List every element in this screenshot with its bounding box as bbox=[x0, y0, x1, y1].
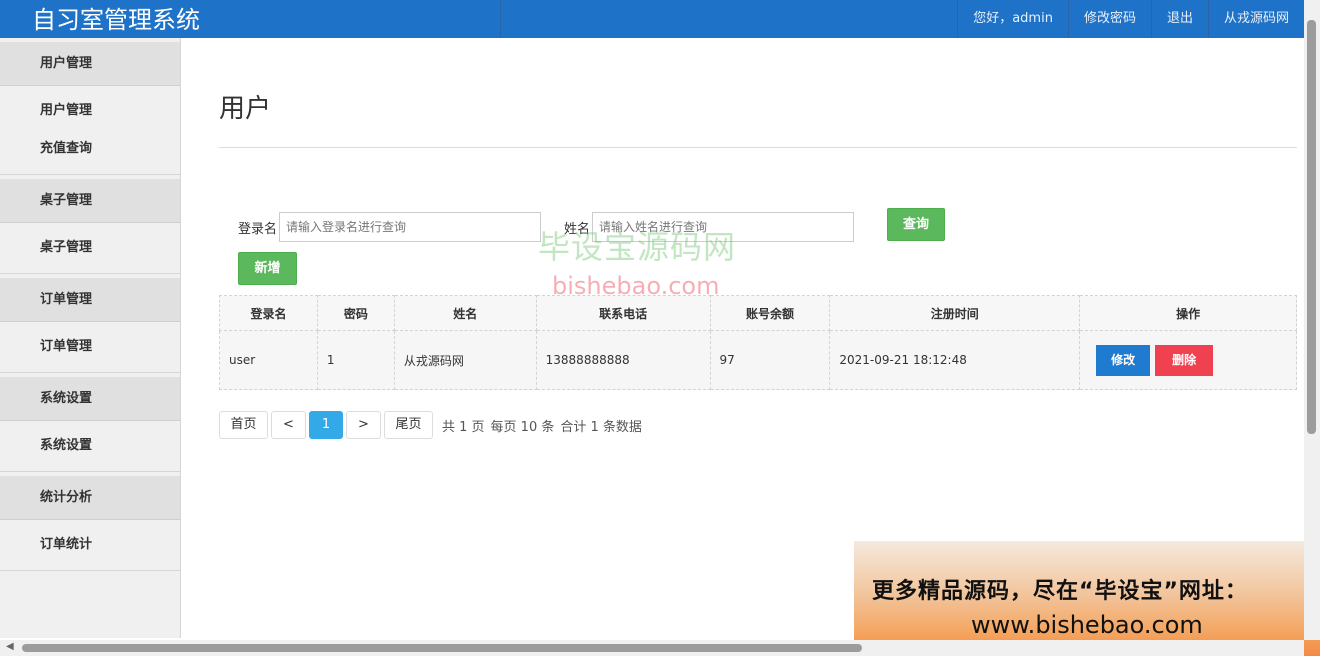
next-page-button[interactable]: > bbox=[346, 411, 381, 439]
sidebar-item-order-stats[interactable]: 订单统计 bbox=[0, 526, 180, 564]
col-header-balance: 账号余额 bbox=[709, 295, 831, 331]
sidebar-item-order-manage[interactable]: 订单管理 bbox=[0, 328, 180, 366]
sidebar-group-stats[interactable]: 统计分析 bbox=[0, 476, 180, 520]
topbar-divider bbox=[500, 0, 501, 38]
col-header-password: 密码 bbox=[316, 295, 395, 331]
col-header-name: 姓名 bbox=[393, 295, 537, 331]
logout-link[interactable]: 退出 bbox=[1150, 0, 1208, 38]
col-header-phone: 联系电话 bbox=[535, 295, 711, 331]
per-page-text: 每页 10 条 bbox=[490, 419, 555, 435]
title-divider bbox=[219, 147, 1297, 148]
edit-button[interactable]: 修改 bbox=[1096, 344, 1151, 376]
sidebar-group-desk[interactable]: 桌子管理 bbox=[0, 179, 180, 223]
sidebar-sub-system: 系统设置 bbox=[0, 421, 180, 472]
col-header-actions: 操作 bbox=[1079, 295, 1297, 331]
total-records-text: 合计 1 条数据 bbox=[560, 419, 642, 435]
sidebar-group-order[interactable]: 订单管理 bbox=[0, 278, 180, 322]
first-page-button[interactable]: 首页 bbox=[219, 411, 268, 439]
horizontal-scroll-thumb[interactable] bbox=[22, 644, 862, 652]
login-label: 登录名 bbox=[238, 222, 278, 237]
watermark-cn: 毕设宝源码网 bbox=[538, 228, 737, 266]
promo-banner: 更多精品源码，尽在“毕设宝”网址： www.bishebao.com bbox=[854, 541, 1320, 656]
cell-password: 1 bbox=[316, 330, 395, 390]
scroll-left-arrow-icon[interactable]: ◀ bbox=[6, 641, 14, 652]
login-search-input[interactable] bbox=[279, 212, 541, 242]
delete-button[interactable]: 删除 bbox=[1155, 344, 1214, 376]
top-nav: 您好，admin 修改密码 退出 从戎源码网 bbox=[957, 0, 1304, 38]
promo-line-2: www.bishebao.com bbox=[971, 611, 1203, 639]
change-password-link[interactable]: 修改密码 bbox=[1067, 0, 1151, 38]
last-page-button[interactable]: 尾页 bbox=[384, 411, 433, 439]
cell-login: user bbox=[219, 330, 318, 390]
col-header-login: 登录名 bbox=[219, 295, 318, 331]
top-bar: 自习室管理系统 您好，admin 修改密码 退出 从戎源码网 bbox=[0, 0, 1304, 38]
cell-actions: 修改 删除 bbox=[1079, 330, 1297, 390]
prev-page-button[interactable]: < bbox=[271, 411, 306, 439]
cell-registered: 2021-09-21 18:12:48 bbox=[829, 330, 1081, 390]
vertical-scroll-thumb[interactable] bbox=[1307, 20, 1316, 434]
sidebar-sub-user: 用户管理 充值查询 bbox=[0, 86, 180, 175]
greeting-text: 您好，admin bbox=[957, 0, 1068, 38]
sidebar-item-desk-manage[interactable]: 桌子管理 bbox=[0, 229, 180, 267]
app-title: 自习室管理系统 bbox=[32, 6, 200, 34]
promo-line-1: 更多精品源码，尽在“毕设宝”网址： bbox=[872, 579, 1248, 604]
sidebar-item-user-manage[interactable]: 用户管理 bbox=[0, 92, 180, 130]
pagination: 首页 < 1 > 尾页 共 1 页 每页 10 条 合计 1 条数据 bbox=[219, 411, 642, 439]
cell-balance: 97 bbox=[709, 330, 831, 390]
query-button[interactable]: 查询 bbox=[887, 208, 945, 241]
site-link[interactable]: 从戎源码网 bbox=[1207, 0, 1304, 38]
sidebar-sub-desk: 桌子管理 bbox=[0, 223, 180, 274]
col-header-registered: 注册时间 bbox=[829, 295, 1081, 331]
cell-name: 从戎源码网 bbox=[393, 330, 537, 390]
sidebar-group-user[interactable]: 用户管理 bbox=[0, 42, 180, 86]
table-header-row: 登录名 密码 姓名 联系电话 账号余额 注册时间 操作 bbox=[219, 295, 1297, 331]
add-button[interactable]: 新增 bbox=[238, 252, 297, 285]
total-pages-text: 共 1 页 bbox=[442, 419, 485, 435]
sidebar-sub-order: 订单管理 bbox=[0, 322, 180, 373]
page-title: 用户 bbox=[219, 94, 272, 124]
table-row: user 1 从戎源码网 13888888888 97 2021-09-21 1… bbox=[219, 330, 1297, 390]
watermark-url: bishebao.com bbox=[552, 272, 720, 300]
user-table: 登录名 密码 姓名 联系电话 账号余额 注册时间 操作 user 1 从戎源码网… bbox=[219, 295, 1297, 390]
current-page-button[interactable]: 1 bbox=[309, 411, 343, 439]
cell-phone: 13888888888 bbox=[535, 330, 711, 390]
sidebar-item-system-settings[interactable]: 系统设置 bbox=[0, 427, 180, 465]
sidebar-sub-stats: 订单统计 bbox=[0, 520, 180, 571]
sidebar-group-system[interactable]: 系统设置 bbox=[0, 377, 180, 421]
sidebar: 用户管理 用户管理 充值查询 桌子管理 桌子管理 订单管理 订单管理 系统设置 … bbox=[0, 38, 181, 638]
sidebar-item-recharge[interactable]: 充值查询 bbox=[0, 130, 180, 168]
